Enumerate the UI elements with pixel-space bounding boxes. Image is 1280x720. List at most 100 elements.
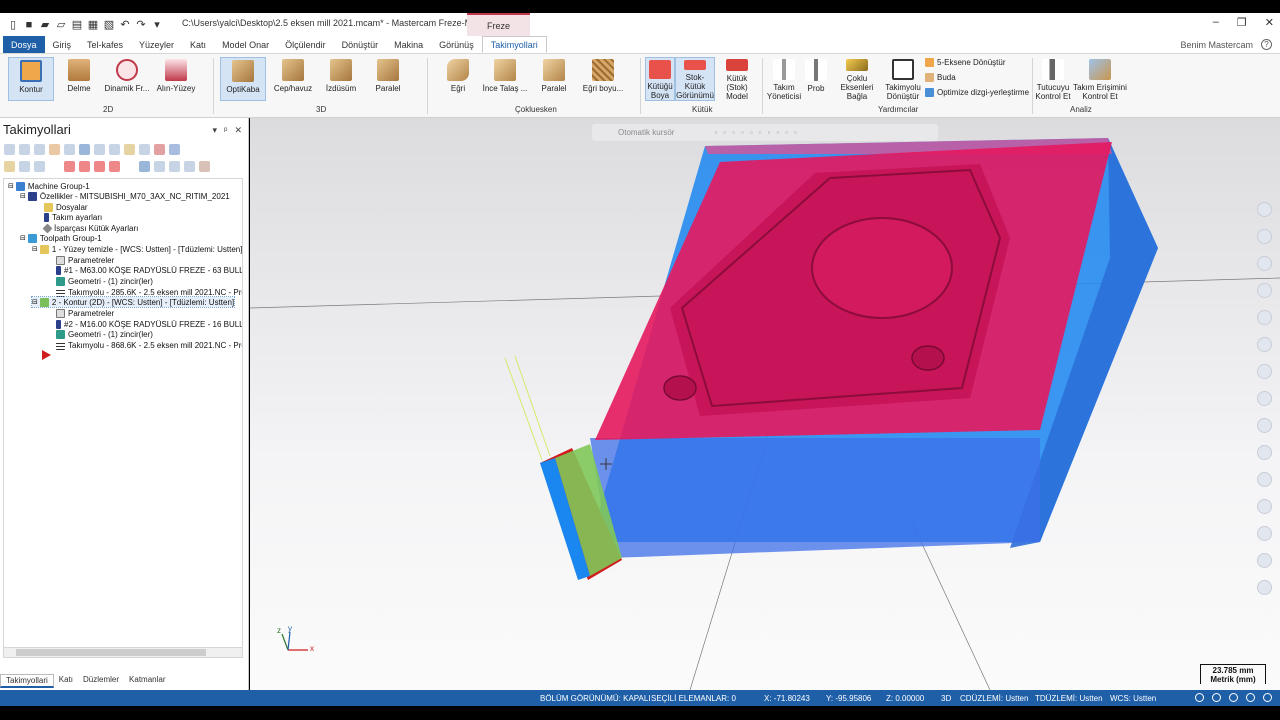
takimyolu-donustur-button[interactable]: Takimyolu Dönüştür (884, 57, 922, 101)
section-view-status[interactable]: BÖLÜM GÖRÜNÜMÜ: KAPALI (540, 694, 651, 703)
collapse-icon[interactable]: ⊟ (8, 182, 14, 190)
quick-tool-icon[interactable] (1257, 418, 1272, 433)
tree-node-toolpath-1[interactable]: Takımyolu - 285.6K - 2.5 eksen mill 2021… (56, 287, 242, 297)
coklu-eksenleri-bagla-button[interactable]: Çoklu Eksenleri Bağla (830, 57, 884, 101)
open-folder-icon[interactable]: ▰ (38, 18, 52, 32)
tab-takimyollari[interactable]: Takimyollari (481, 36, 547, 53)
tab-gorunus[interactable]: Görünüş (431, 36, 482, 53)
tutucuyu-kontrol-et-button[interactable]: Tutucuyu Kontrol Et (1034, 57, 1072, 101)
auto-cursor-label[interactable]: Otomatik kursör (618, 128, 674, 137)
cube-icon[interactable] (1212, 693, 1221, 702)
quick-tool-icon[interactable] (1257, 499, 1272, 514)
tab-donustur[interactable]: Dönüştür (334, 36, 387, 53)
collapse-icon[interactable] (184, 161, 195, 172)
quick-tool-icon[interactable] (1257, 310, 1272, 325)
izdusum-button[interactable]: İzdüsüm (322, 57, 360, 101)
display-icon[interactable] (1229, 693, 1238, 702)
move-up-icon[interactable] (79, 161, 90, 172)
sphere-icon[interactable] (1263, 693, 1272, 702)
quick-tool-icon[interactable] (1257, 229, 1272, 244)
collapse-icon[interactable]: ⊟ (32, 245, 38, 253)
tree-node-toolpath-group[interactable]: ⊟ Toolpath Group-1 (20, 233, 102, 243)
buda-button[interactable]: Buda (925, 73, 956, 82)
lock-icon[interactable] (154, 144, 165, 155)
tree-node-geometry-1[interactable]: Geometri - (1) zincir(ler) (56, 276, 153, 286)
quick-tool-icon[interactable] (1257, 202, 1272, 217)
5-eksene-donustur-button[interactable]: 5-Eksene Dönüştür (925, 58, 1005, 67)
egri-boyu-button[interactable]: Eğri boyu... (580, 57, 626, 101)
quick-tool-icon[interactable] (1257, 580, 1272, 595)
wcs-status[interactable]: WCS: Ustten (1110, 694, 1156, 703)
tree-horizontal-scrollbar[interactable] (3, 647, 243, 658)
collapse-icon[interactable]: ⊟ (20, 234, 26, 242)
tab-yuzeyler[interactable]: Yüzeyler (131, 36, 182, 53)
tree-node-operation-2[interactable]: ⊟ 2 - Kontur (2D) - [WCS: Ustten] - [Tdü… (30, 296, 236, 308)
tree-node-machine-group[interactable]: ⊟ Machine Group-1 (8, 181, 90, 191)
simulate-icon[interactable] (94, 144, 105, 155)
toggle-post-icon[interactable] (19, 161, 30, 172)
insert-below-icon[interactable] (109, 161, 120, 172)
tab-model-onar[interactable]: Model Onar (214, 36, 277, 53)
post-icon[interactable] (109, 144, 120, 155)
pin-icon[interactable]: ᵖ (224, 125, 227, 136)
expand-icon[interactable] (169, 161, 180, 172)
kutuk-stok-model-button[interactable]: Kütük (Stok) Model (716, 57, 758, 101)
close-icon[interactable]: ✕ (1265, 16, 1274, 29)
insert-arrow-icon[interactable] (94, 161, 105, 172)
redo-icon[interactable]: ↷ (134, 18, 148, 32)
print-icon[interactable]: ▤ (70, 18, 84, 32)
tree-node-files[interactable]: Dosyalar (44, 202, 88, 212)
viewport-toolbar[interactable]: Otomatik kursör ▫▫▫▫▫▫▫▫▫▫ (592, 124, 938, 141)
kutugu-boya-button[interactable]: Kütüğü Boya (645, 57, 675, 101)
my-mastercam-link[interactable]: Benim Mastercam (1180, 40, 1253, 50)
quick-tool-icon[interactable] (1257, 526, 1272, 541)
insert-arrow[interactable] (42, 350, 51, 360)
globe-icon[interactable] (1195, 693, 1204, 702)
quick-tool-icon[interactable] (1257, 553, 1272, 568)
tree-node-parameters-1[interactable]: Parametreler (56, 255, 114, 265)
takim-yoneticisi-button[interactable]: Takım Yöneticisi (766, 57, 802, 101)
alin-yuzey-button[interactable]: Alın-Yüzey (156, 57, 196, 101)
tree-node-parameters-2[interactable]: Parametreler (56, 308, 114, 318)
quick-tool-icon[interactable] (1257, 472, 1272, 487)
backplot-icon[interactable] (64, 144, 75, 155)
prob-button[interactable]: Prob (804, 57, 828, 101)
cep-havuz-button[interactable]: Cep/havuz (272, 57, 314, 101)
show-selected-icon[interactable] (139, 161, 150, 172)
options-icon[interactable] (199, 161, 210, 172)
tab-katmanlar-panel[interactable]: Katmanlar (124, 674, 170, 688)
tab-giris[interactable]: Giriş (45, 36, 80, 53)
verify-icon[interactable] (79, 144, 90, 155)
panel-close-icon[interactable]: ✕ (234, 125, 242, 136)
cplane-status[interactable]: CDÜZLEMİ: Ustten (960, 694, 1028, 703)
regenerate-dirty-icon[interactable] (49, 144, 60, 155)
selected-entities-status[interactable]: SEÇİLİ ELEMANLAR: 0 (651, 694, 736, 703)
ince-talas-button[interactable]: İnce Talaş ... (482, 57, 528, 101)
delme-button[interactable]: Delme (60, 57, 98, 101)
graphics-viewport[interactable]: Otomatik kursör ▫▫▫▫▫▫▫▫▫▫ z y x 23.785 … (250, 118, 1280, 690)
tree-node-stock-setup[interactable]: İsparçası Kütük Ayarları (42, 223, 138, 233)
save-as-icon[interactable]: ▦ (86, 18, 100, 32)
tab-makina[interactable]: Makina (386, 36, 431, 53)
delete-ops-icon[interactable] (139, 144, 150, 155)
tab-duzlemler-panel[interactable]: Düzlemler (78, 674, 124, 688)
undo-icon[interactable]: ↶ (118, 18, 132, 32)
toggle-display-icon[interactable] (4, 161, 15, 172)
tree-node-properties[interactable]: ⊟ Özellikler - MITSUBISHI_M70_3AX_NC_RIT… (20, 191, 230, 201)
tree-node-geometry-2[interactable]: Geometri - (1) zincir(ler) (56, 329, 153, 339)
tab-kati-panel[interactable]: Katı (54, 674, 78, 688)
tab-takimyollari-panel[interactable]: Takimyollari (0, 674, 54, 688)
restore-icon[interactable]: ❐ (1237, 16, 1247, 29)
paralel-3d-button[interactable]: Paralel (370, 57, 406, 101)
minimize-icon[interactable]: – (1213, 16, 1219, 29)
optimize-nesting-button[interactable]: Optimize dizgi-yerleştirme (925, 88, 1029, 97)
stok-kutuk-gorunumu-button[interactable]: Stok-Kütük Görünümü (675, 57, 715, 101)
tree-node-operation-1[interactable]: ⊟ 1 - Yüzey temizle - [WCS: Ustten] - [T… (32, 244, 242, 254)
tree-node-tool-settings[interactable]: Takım ayarları (44, 212, 102, 222)
quick-tool-icon[interactable] (1257, 364, 1272, 379)
quick-tool-icon[interactable] (1257, 337, 1272, 352)
select-failed-icon[interactable] (19, 144, 30, 155)
select-all-icon[interactable] (4, 144, 15, 155)
folder-icon[interactable]: ▱ (54, 18, 68, 32)
tab-tel-kafes[interactable]: Tel-kafes (79, 36, 131, 53)
